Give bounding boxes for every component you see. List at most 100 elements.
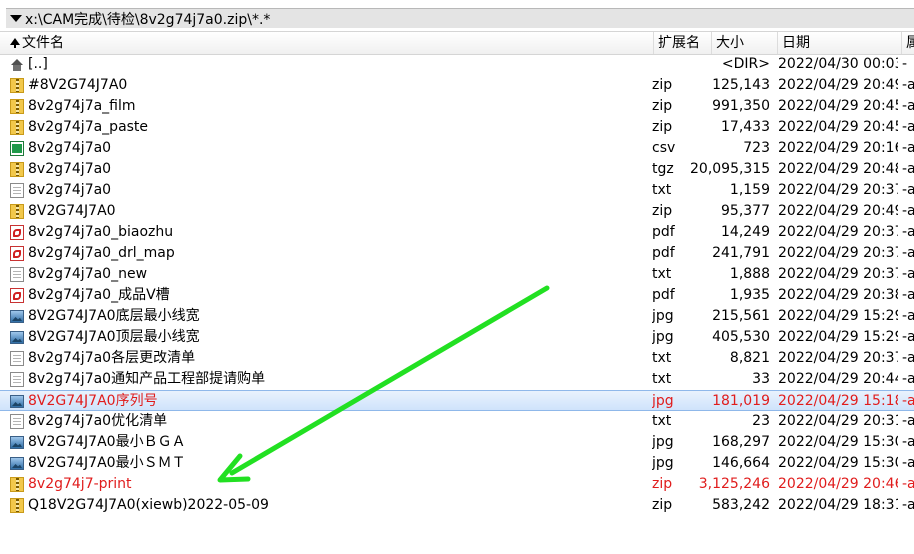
file-attr: -a <box>902 393 914 409</box>
file-row[interactable]: [..] <DIR> 2022/04/30 00:03- <box>0 54 914 75</box>
zip-archive-icon <box>10 204 24 219</box>
column-header-date[interactable]: 日期 <box>778 32 902 54</box>
column-header-name[interactable]: 文件名 <box>6 32 654 54</box>
file-row[interactable]: 8v2g74j7a0_drl_map pdf 241,791 2022/04/29 2… <box>0 243 914 264</box>
file-size: 3,125,246 <box>698 476 770 492</box>
path-bar-field[interactable]: x:\CAM完成\待检\8v2g74j7a0.zip\*.* <box>6 8 914 28</box>
file-icon-cell <box>10 285 26 306</box>
file-date: 2022/04/29 20:37 <box>778 266 898 282</box>
file-name: 8v2g74j7a0优化清单 <box>28 413 168 429</box>
file-row[interactable]: 8V2G74J7A0最小ＢＧＡ jpg 168,297 2022/04/29 15:3… <box>0 432 914 453</box>
file-size: 991,350 <box>712 98 770 114</box>
file-date: 2022/04/29 20:49 <box>778 203 898 219</box>
file-name: 8v2g74j7a0通知产品工程部提请购单 <box>28 371 266 387</box>
file-name: 8V2G74J7A0 <box>28 203 116 219</box>
file-row[interactable]: #8V2G74J7A0 zip 125,143 2022/04/29 20:49 -a <box>0 75 914 96</box>
file-attr: - <box>902 56 908 72</box>
text-file-icon <box>10 267 24 282</box>
file-row[interactable]: 8v2g74j7a0_biaozhu pdf 14,249 2022/04/29 20… <box>0 222 914 243</box>
file-row[interactable]: 8V2G74J7A0序列号 jpg 181,019 2022/04/29 15:18-… <box>0 390 914 411</box>
file-size: 241,791 <box>712 245 770 261</box>
file-size: 723 <box>743 140 770 156</box>
file-row[interactable]: 8v2g74j7a_paste zip 17,433 2022/04/29 20:45… <box>0 117 914 138</box>
file-attr: -a <box>902 329 914 345</box>
image-file-icon <box>10 310 24 323</box>
file-date: 2022/04/29 20:37 <box>778 224 898 240</box>
file-row[interactable]: 8v2g74j7-print zip 3,125,246 2022/04/29 20:… <box>0 474 914 495</box>
text-file-icon <box>10 414 24 429</box>
file-icon-cell <box>10 495 26 516</box>
file-attr: -a <box>902 203 914 219</box>
file-size: 33 <box>752 371 770 387</box>
file-row[interactable]: 8v2g74j7a_film zip 991,350 2022/04/29 20:45… <box>0 96 914 117</box>
file-name: Q18V2G74J7A0(xiewb)2022-05-09 <box>28 497 269 513</box>
file-row[interactable]: 8V2G74J7A0 zip 95,377 2022/04/29 20:49 -a <box>0 201 914 222</box>
file-date: 2022/04/29 20:46 <box>778 476 898 492</box>
file-attr: -a <box>902 497 914 513</box>
file-row[interactable]: 8v2g74j7a0 txt 1,159 2022/04/29 20:37 -a <box>0 180 914 201</box>
file-row[interactable]: 8v2g74j7a0_成品V槽 pdf 1,935 2022/04/29 20:38-… <box>0 285 914 306</box>
file-size: 215,561 <box>712 308 770 324</box>
file-row[interactable]: 8V2G74J7A0最小ＳＭＴ jpg 146,664 2022/04/29 15:3… <box>0 453 914 474</box>
file-icon-cell <box>10 264 26 285</box>
file-name: 8v2g74j7a0_drl_map <box>28 245 175 261</box>
file-name: 8v2g74j7a_paste <box>28 119 149 135</box>
file-size: 405,530 <box>712 329 770 345</box>
column-header-size[interactable]: 大小 <box>712 32 778 54</box>
file-date: 2022/04/29 20:49 <box>778 77 898 93</box>
file-row[interactable]: 8v2g74j7a0 csv 723 2022/04/29 20:16 -a <box>0 138 914 159</box>
file-icon-cell <box>10 369 26 390</box>
file-icon-cell <box>10 96 26 117</box>
file-attr: -a <box>902 308 914 324</box>
column-header-ext[interactable]: 扩展名 <box>654 32 712 54</box>
file-row[interactable]: 8v2g74j7a0 tgz 20,095,315 2022/04/29 20:48-… <box>0 159 914 180</box>
column-header: 文件名 扩展名 大小 日期 属 <box>0 31 914 55</box>
file-name: 8V2G74J7A0底层最小线宽 <box>28 308 200 324</box>
file-icon-cell <box>10 180 26 201</box>
text-file-icon <box>10 351 24 366</box>
file-name: 8v2g74j7a0各层更改清单 <box>28 350 196 366</box>
file-attr: -a <box>902 119 914 135</box>
file-row[interactable]: 8V2G74J7A0顶层最小线宽 jpg 405,530 2022/04/29 15:… <box>0 327 914 348</box>
dropdown-triangle-icon[interactable] <box>10 15 22 22</box>
file-row[interactable]: 8v2g74j7a0各层更改清单 txt 8,821 2022/04/29 20:37… <box>0 348 914 369</box>
file-date: 2022/04/29 18:31 <box>778 497 898 513</box>
current-path: x:\CAM完成\待检\8v2g74j7a0.zip\*.* <box>25 11 271 28</box>
column-header-name-label: 文件名 <box>22 35 64 51</box>
file-size: 23 <box>752 413 770 429</box>
file-name: 8V2G74J7A0最小ＳＭＴ <box>28 455 186 471</box>
file-attr: -a <box>902 224 914 240</box>
file-size: 1,888 <box>729 266 770 282</box>
pdf-file-icon <box>10 246 24 261</box>
image-file-icon <box>10 457 24 470</box>
file-row[interactable]: 8v2g74j7a0_new txt 1,888 2022/04/29 20:37 -a <box>0 264 914 285</box>
file-date: 2022/04/29 20:45 <box>778 98 898 114</box>
file-name: #8V2G74J7A0 <box>28 77 128 93</box>
zip-archive-icon <box>10 78 24 93</box>
file-icon-cell <box>10 222 26 243</box>
file-size: 181,019 <box>712 393 770 409</box>
pdf-file-icon <box>10 225 24 240</box>
file-icon-cell <box>10 474 26 495</box>
file-name: 8v2g74j7-print <box>28 476 132 492</box>
file-attr: -a <box>902 161 914 177</box>
file-date: 2022/04/29 15:18 <box>778 393 898 409</box>
file-size: 1,159 <box>729 182 770 198</box>
file-name: 8v2g74j7a0 <box>28 182 112 198</box>
file-row[interactable]: 8v2g74j7a0通知产品工程部提请购单 txt 33 2022/04/29 20:… <box>0 369 914 390</box>
file-name: 8v2g74j7a0 <box>28 161 112 177</box>
image-file-icon <box>10 395 24 408</box>
file-row[interactable]: Q18V2G74J7A0(xiewb)2022-05-09 zip 583,242 2… <box>0 495 914 516</box>
file-icon-cell <box>10 453 26 474</box>
file-row[interactable]: 8V2G74J7A0底层最小线宽 jpg 215,561 2022/04/29 15:… <box>0 306 914 327</box>
column-header-attr[interactable]: 属 <box>902 32 914 54</box>
csv-file-icon <box>10 141 24 156</box>
sort-ascending-icon <box>10 37 20 48</box>
file-icon-cell <box>10 391 26 412</box>
file-name: 8v2g74j7a0_new <box>28 266 148 282</box>
parent-folder-icon <box>10 57 24 72</box>
text-file-icon <box>10 183 24 198</box>
image-file-icon <box>10 436 24 449</box>
file-icon-cell <box>10 432 26 453</box>
file-row[interactable]: 8v2g74j7a0优化清单 txt 23 2022/04/29 20:31 -a <box>0 411 914 432</box>
